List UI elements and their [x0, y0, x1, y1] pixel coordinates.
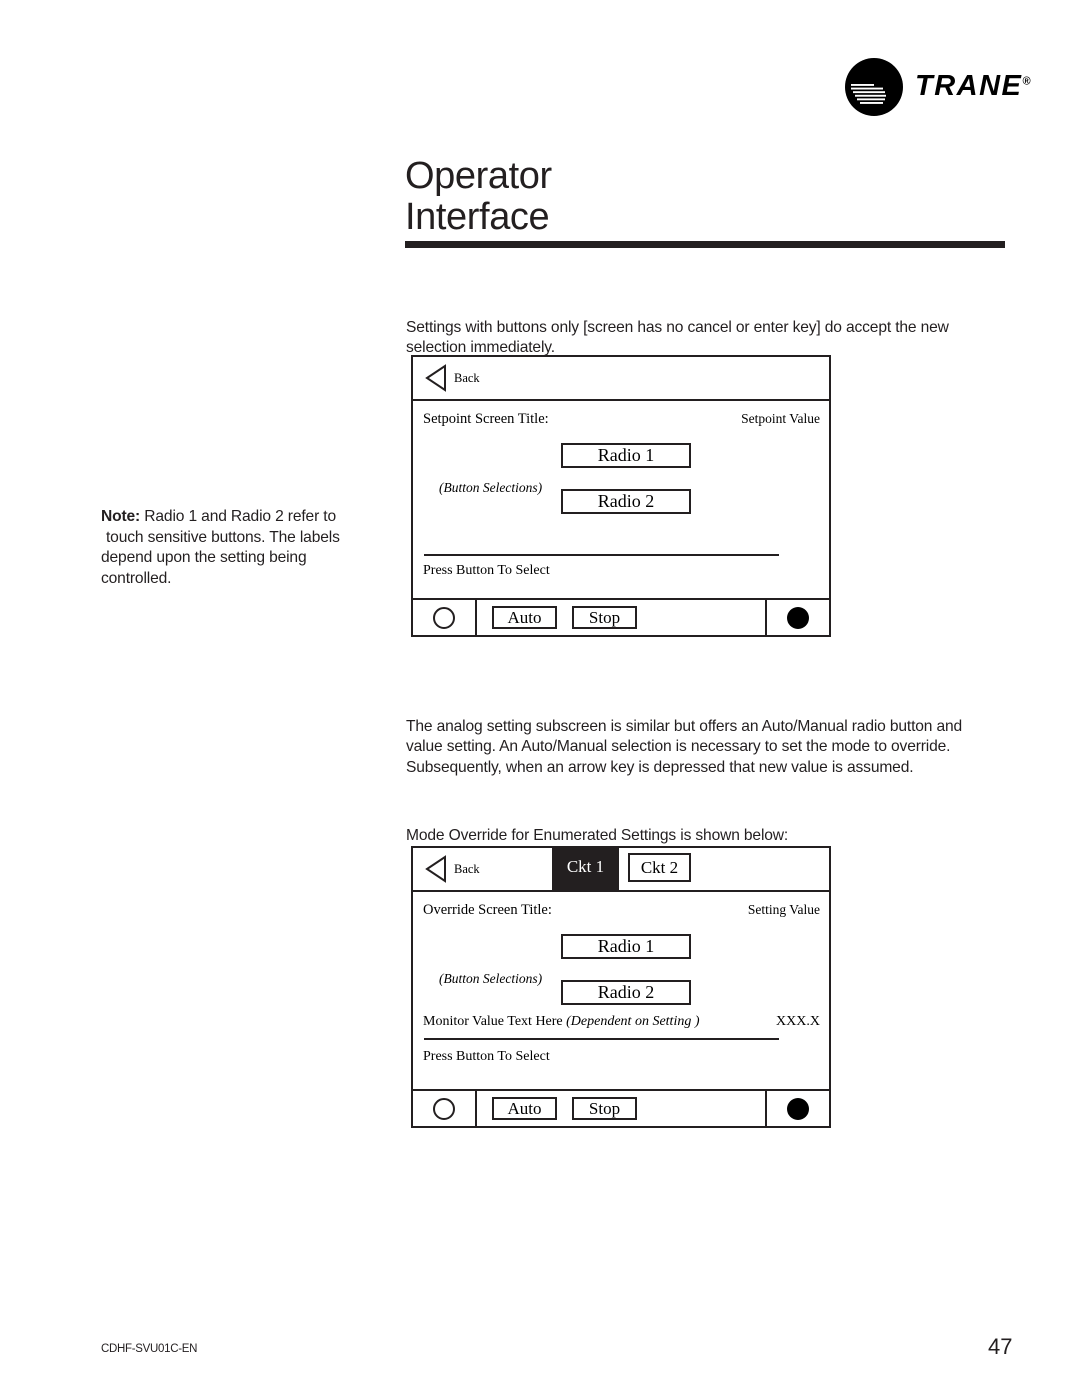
override-radio-2-button[interactable]: Radio 2: [561, 980, 691, 1005]
trane-logo: TRANE®: [845, 58, 1031, 118]
override-screen-panel: Back Ckt 1 Ckt 2 Override Screen Title: …: [411, 846, 831, 1128]
monitor-value-readout: XXX.X: [776, 1014, 820, 1029]
note-line-3: depend upon the setting being: [101, 549, 307, 567]
page-number: 47: [988, 1334, 1013, 1359]
tab-ckt-1[interactable]: Ckt 1: [552, 848, 619, 890]
filled-circle-icon[interactable]: [787, 1097, 809, 1120]
override-footer-actions: Auto Stop: [477, 1091, 765, 1126]
override-panel-body: Override Screen Title: Setting Value Rad…: [413, 892, 829, 1089]
trane-wordmark: TRANE®: [915, 70, 1031, 102]
setpoint-screen-panel: Back Setpoint Screen Title: Setpoint Val…: [411, 355, 831, 637]
note-callout: Note: Radio 1 and Radio 2 refer to touch…: [101, 507, 366, 589]
mode-override-paragraph: Mode Override for Enumerated Settings is…: [406, 826, 789, 844]
setpoint-screen-title: Setpoint Screen Title:: [423, 411, 549, 427]
setpoint-status-indicator-cell: [413, 600, 477, 635]
back-arrow-icon: [425, 855, 446, 883]
document-code: CDHF-SVU01C-EN: [101, 1343, 198, 1355]
setpoint-radio-1-button[interactable]: Radio 1: [561, 443, 691, 468]
page-title: Operator Interface: [405, 156, 1005, 238]
override-title-row: Override Screen Title: Setting Value: [413, 902, 829, 922]
back-button-label: Back: [454, 861, 480, 876]
override-press-note: Press Button To Select: [423, 1049, 550, 1064]
monitor-value-text: Monitor Value Text Here (Dependent on Se…: [423, 1014, 700, 1030]
stop-button[interactable]: Stop: [572, 1097, 637, 1120]
note-line-2: touch sensitive buttons. The labels: [106, 528, 340, 546]
back-button-label: Back: [454, 370, 480, 385]
setpoint-press-note: Press Button To Select: [423, 563, 550, 578]
tab-ckt-2[interactable]: Ckt 2: [628, 853, 691, 882]
setpoint-radio-2-button[interactable]: Radio 2: [561, 489, 691, 514]
page-title-line1: Operator: [405, 155, 552, 198]
note-lead-label: Note:: [101, 508, 141, 525]
intro-paragraph: Settings with buttons only [screen has n…: [406, 318, 949, 357]
setpoint-panel-footer: Auto Stop: [411, 598, 831, 637]
setpoint-value-label: Setpoint Value: [741, 411, 820, 426]
note-line-4: controlled.: [101, 569, 172, 587]
setpoint-panel-body: Setpoint Screen Title: Setpoint Value Ra…: [413, 401, 829, 598]
monitor-value-label: Monitor Value Text Here: [423, 1014, 567, 1029]
setpoint-footer-actions: Auto Stop: [477, 600, 765, 635]
hollow-circle-icon[interactable]: [433, 606, 455, 629]
setpoint-panel-topbar: Back: [413, 357, 829, 401]
setpoint-power-indicator-cell: [765, 600, 829, 635]
auto-button[interactable]: Auto: [492, 1097, 557, 1120]
note-line-1: Radio 1 and Radio 2 refer to: [140, 508, 337, 525]
override-panel-topbar: Back Ckt 1 Ckt 2: [413, 848, 829, 892]
override-power-indicator-cell: [765, 1091, 829, 1126]
setpoint-title-row: Setpoint Screen Title: Setpoint Value: [413, 411, 829, 431]
monitor-value-row: Monitor Value Text Here (Dependent on Se…: [413, 1014, 829, 1034]
override-panel-footer: Auto Stop: [411, 1089, 831, 1128]
back-button[interactable]: Back: [425, 854, 480, 884]
title-divider-rule: [405, 241, 1005, 248]
back-button[interactable]: Back: [425, 363, 480, 393]
hollow-circle-icon[interactable]: [433, 1097, 455, 1120]
setpoint-button-selections-note: (Button Selections): [439, 480, 543, 495]
override-body-divider: [424, 1038, 779, 1040]
monitor-value-dependency-note: (Dependent on Setting ): [566, 1014, 700, 1029]
circuit-tab-strip: Ckt 1 Ckt 2: [552, 848, 691, 890]
override-button-selections-note: (Button Selections): [439, 971, 543, 986]
setpoint-body-divider: [424, 554, 779, 556]
trane-roundel-icon: [845, 58, 903, 116]
page-title-line2: Interface: [405, 196, 550, 239]
stop-button[interactable]: Stop: [572, 606, 637, 629]
filled-circle-icon[interactable]: [787, 606, 809, 629]
override-status-indicator-cell: [413, 1091, 477, 1126]
override-radio-1-button[interactable]: Radio 1: [561, 934, 691, 959]
back-arrow-icon: [425, 364, 446, 392]
override-screen-title: Override Screen Title:: [423, 902, 552, 918]
override-value-label: Setting Value: [747, 902, 820, 917]
auto-button[interactable]: Auto: [492, 606, 557, 629]
analog-setting-paragraph: The analog setting subscreen is similar …: [406, 717, 963, 776]
